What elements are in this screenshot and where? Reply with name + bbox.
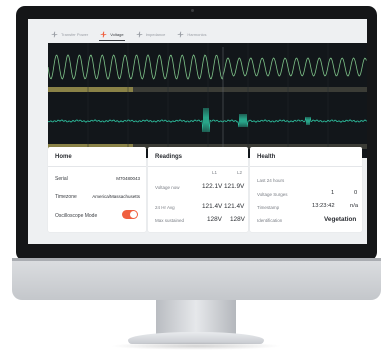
health-title: Health	[257, 154, 276, 160]
health-value-2: 0	[354, 190, 358, 196]
lightning-icon	[136, 31, 142, 38]
oscilloscope-panel	[48, 43, 367, 158]
health-value-1: 1	[331, 190, 335, 196]
serial-label: Serial	[55, 176, 68, 182]
readings-col-l2: L2	[237, 170, 243, 175]
tab-label: Transfer Power	[61, 32, 89, 37]
divider	[250, 166, 362, 167]
tab-label: Voltage	[110, 32, 124, 37]
tab-voltage[interactable]: Voltage	[99, 29, 125, 41]
reading-row-label: Max sustained	[155, 218, 185, 223]
tab-label: Impedance	[145, 32, 166, 37]
tab-bar: Transfer Power Voltage Impedance Harmoni…	[50, 29, 217, 43]
reading-l1-value: 122.1V	[202, 183, 223, 190]
reading-row-label: 24 Hr Avg	[155, 205, 175, 210]
monitor-stand-neck	[156, 300, 236, 334]
readings-col-l1: L1	[212, 170, 218, 175]
oscilloscope-plot	[48, 43, 367, 158]
health-subtitle: Last 24 hours	[257, 178, 285, 183]
scope-background	[48, 43, 367, 158]
home-title: Home	[55, 154, 72, 160]
health-row-label: Identification	[257, 218, 283, 223]
tab-label: Harmonics	[187, 32, 207, 37]
home-card: Home Serial M70480043 Timezone America/M…	[48, 147, 146, 232]
tab-impedance[interactable]: Impedance	[135, 29, 167, 40]
lightning-icon	[51, 31, 58, 38]
timezone-value: America/Massachusetts	[92, 194, 140, 199]
timezone-label: Timezone	[55, 194, 77, 200]
tab-transfer-power[interactable]: Transfer Power	[50, 29, 89, 40]
readings-card: Readings L1 L2 Voltage now 122.1V 121.9V…	[148, 147, 248, 232]
monitor-chin	[12, 258, 381, 300]
reading-l1-value: 121.4V	[202, 203, 223, 210]
tab-harmonics[interactable]: Harmonics	[176, 29, 207, 40]
scope-band-highlight	[48, 87, 133, 92]
health-row-label: Voltage Surges	[257, 192, 288, 197]
monitor-shadow	[110, 342, 282, 350]
lightning-icon	[178, 31, 184, 38]
health-card: Health Last 24 hours Voltage Surges 1 0 …	[250, 147, 362, 232]
reading-l2-value: 121.4V	[224, 203, 245, 210]
health-row-label: Timestamp	[257, 205, 280, 210]
health-value-1: 13:23:42	[312, 203, 335, 209]
reading-l2-value: 121.9V	[224, 183, 245, 190]
serial-value: M70480043	[116, 176, 140, 181]
divider	[148, 166, 248, 167]
reading-l1-value: 128V	[207, 216, 222, 223]
health-value-2: n/a	[350, 203, 359, 209]
identification-value: Vegetation	[324, 216, 357, 223]
oscilloscope-mode-toggle[interactable]	[122, 210, 138, 219]
readings-title: Readings	[155, 154, 183, 160]
reading-l2-value: 128V	[230, 216, 245, 223]
oscilloscope-mode-label: Oscilloscope Mode	[55, 213, 98, 219]
reading-row-label: Voltage now	[155, 185, 180, 190]
camera-icon	[191, 9, 194, 12]
monitor-chin-edge	[12, 258, 381, 261]
divider	[48, 166, 146, 167]
toggle-knob	[130, 211, 137, 218]
app-screen: Transfer Power Voltage Impedance Harmoni…	[28, 19, 367, 244]
lightning-icon	[100, 31, 107, 38]
